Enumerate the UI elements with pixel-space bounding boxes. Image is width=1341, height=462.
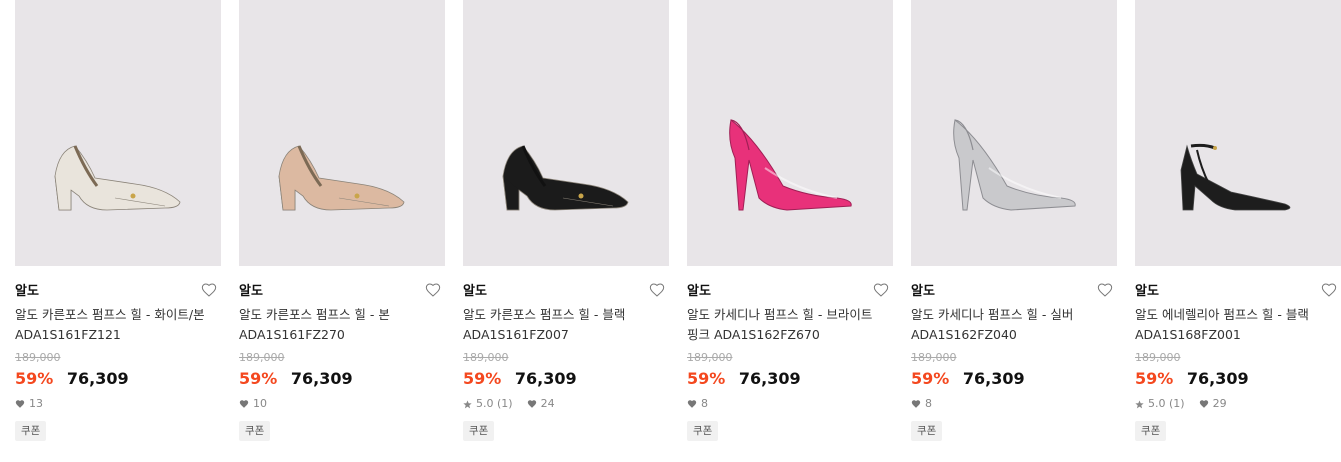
original-price: 189,000: [911, 351, 957, 364]
product-image[interactable]: [463, 0, 669, 266]
original-price: 189,000: [687, 351, 733, 364]
heart-outline-icon[interactable]: [1321, 282, 1339, 300]
likes-count: 29: [1212, 397, 1227, 410]
heart-outline-icon[interactable]: [1097, 282, 1115, 300]
product-image[interactable]: [687, 0, 893, 266]
brand-name[interactable]: 알도: [911, 282, 1117, 302]
heart-outline-icon[interactable]: [873, 282, 891, 300]
shoe-image: [502, 145, 629, 211]
product-image[interactable]: [15, 0, 221, 266]
discount-rate: 59%: [15, 369, 54, 388]
product-card[interactable]: 알도 알도 에네렐리아 펌프스 힐 - 블랙 ADA1S168FZ001 189…: [1135, 0, 1341, 441]
coupon-badge: 쿠폰: [239, 421, 271, 441]
discount-rate: 59%: [463, 369, 502, 388]
likes-count: 8: [925, 397, 932, 410]
heart-outline-icon[interactable]: [649, 282, 667, 300]
sale-price: 76,309: [514, 369, 577, 388]
product-image[interactable]: [239, 0, 445, 266]
product-meta: 13: [15, 397, 221, 411]
coupon-badge: 쿠폰: [687, 421, 719, 441]
product-meta: 10: [239, 397, 445, 411]
rating-text: 5.0 (1): [476, 397, 513, 410]
original-price: 189,000: [1135, 351, 1181, 364]
shoe-image: [953, 119, 1076, 211]
sale-price: 76,309: [738, 369, 801, 388]
product-meta: 5.0 (1) 29: [1135, 397, 1341, 411]
brand-name[interactable]: 알도: [239, 282, 445, 302]
heart-filled-icon: [527, 397, 537, 411]
discount-rate: 59%: [1135, 369, 1174, 388]
price-row: 59% 76,309: [15, 369, 221, 389]
coupon-badge: 쿠폰: [911, 421, 943, 441]
coupon-badge: 쿠폰: [463, 421, 495, 441]
coupon-badge: 쿠폰: [15, 421, 47, 441]
product-name[interactable]: 알도 카세디나 펌프스 힐 - 실버 ADA1S162FZ040: [911, 305, 1117, 345]
sale-price: 76,309: [962, 369, 1025, 388]
price-row: 59% 76,309: [1135, 369, 1341, 389]
shoe-image: [278, 145, 405, 211]
shoe-image: [54, 145, 181, 211]
shoe-image: [729, 119, 852, 211]
likes-count: 24: [540, 397, 555, 410]
heart-outline-icon[interactable]: [201, 282, 219, 300]
product-name[interactable]: 알도 카른포스 펌프스 힐 - 화이트/본 ADA1S161FZ121: [15, 305, 221, 345]
product-name[interactable]: 알도 카른포스 펌프스 힐 - 본 ADA1S161FZ270: [239, 305, 445, 345]
brand-name[interactable]: 알도: [463, 282, 669, 302]
price-row: 59% 76,309: [687, 369, 893, 389]
rating-text: 5.0 (1): [1148, 397, 1185, 410]
discount-rate: 59%: [239, 369, 278, 388]
heart-filled-icon: [911, 397, 921, 411]
sale-price: 76,309: [66, 369, 129, 388]
price-row: 59% 76,309: [911, 369, 1117, 389]
product-grid: 알도 알도 카른포스 펌프스 힐 - 화이트/본 ADA1S161FZ121 1…: [0, 0, 1341, 462]
heart-outline-icon[interactable]: [425, 282, 443, 300]
product-meta: 5.0 (1) 24: [463, 397, 669, 411]
likes-count: 13: [29, 397, 43, 410]
discount-rate: 59%: [687, 369, 726, 388]
star-icon: [463, 397, 472, 411]
star-icon: [1135, 397, 1144, 411]
product-image[interactable]: [1135, 0, 1341, 266]
product-card[interactable]: 알도 알도 카른포스 펌프스 힐 - 블랙 ADA1S161FZ007 189,…: [463, 0, 669, 441]
price-row: 59% 76,309: [239, 369, 445, 389]
likes-count: 10: [253, 397, 267, 410]
coupon-badge: 쿠폰: [1135, 421, 1167, 441]
brand-name[interactable]: 알도: [687, 282, 893, 302]
brand-name[interactable]: 알도: [15, 282, 221, 302]
product-card[interactable]: 알도 알도 카세디나 펌프스 힐 - 실버 ADA1S162FZ040 189,…: [911, 0, 1117, 441]
sale-price: 76,309: [1186, 369, 1249, 388]
product-card[interactable]: 알도 알도 카세디나 펌프스 힐 - 브라이트 핑크 ADA1S162FZ670…: [687, 0, 893, 441]
product-name[interactable]: 알도 에네렐리아 펌프스 힐 - 블랙 ADA1S168FZ001: [1135, 305, 1341, 345]
discount-rate: 59%: [911, 369, 950, 388]
product-meta: 8: [911, 397, 1117, 411]
heart-filled-icon: [687, 397, 697, 411]
heart-filled-icon: [1199, 397, 1209, 411]
original-price: 189,000: [15, 351, 61, 364]
shoe-image: [1180, 143, 1291, 211]
price-row: 59% 76,309: [463, 369, 669, 389]
original-price: 189,000: [463, 351, 509, 364]
product-image[interactable]: [911, 0, 1117, 266]
heart-filled-icon: [239, 397, 249, 411]
product-name[interactable]: 알도 카세디나 펌프스 힐 - 브라이트 핑크 ADA1S162FZ670: [687, 305, 893, 345]
likes-count: 8: [701, 397, 708, 410]
product-card[interactable]: 알도 알도 카른포스 펌프스 힐 - 본 ADA1S161FZ270 189,0…: [239, 0, 445, 441]
sale-price: 76,309: [290, 369, 353, 388]
original-price: 189,000: [239, 351, 285, 364]
product-meta: 8: [687, 397, 893, 411]
heart-filled-icon: [15, 397, 25, 411]
brand-name[interactable]: 알도: [1135, 282, 1341, 302]
product-card[interactable]: 알도 알도 카른포스 펌프스 힐 - 화이트/본 ADA1S161FZ121 1…: [15, 0, 221, 441]
product-name[interactable]: 알도 카른포스 펌프스 힐 - 블랙 ADA1S161FZ007: [463, 305, 669, 345]
